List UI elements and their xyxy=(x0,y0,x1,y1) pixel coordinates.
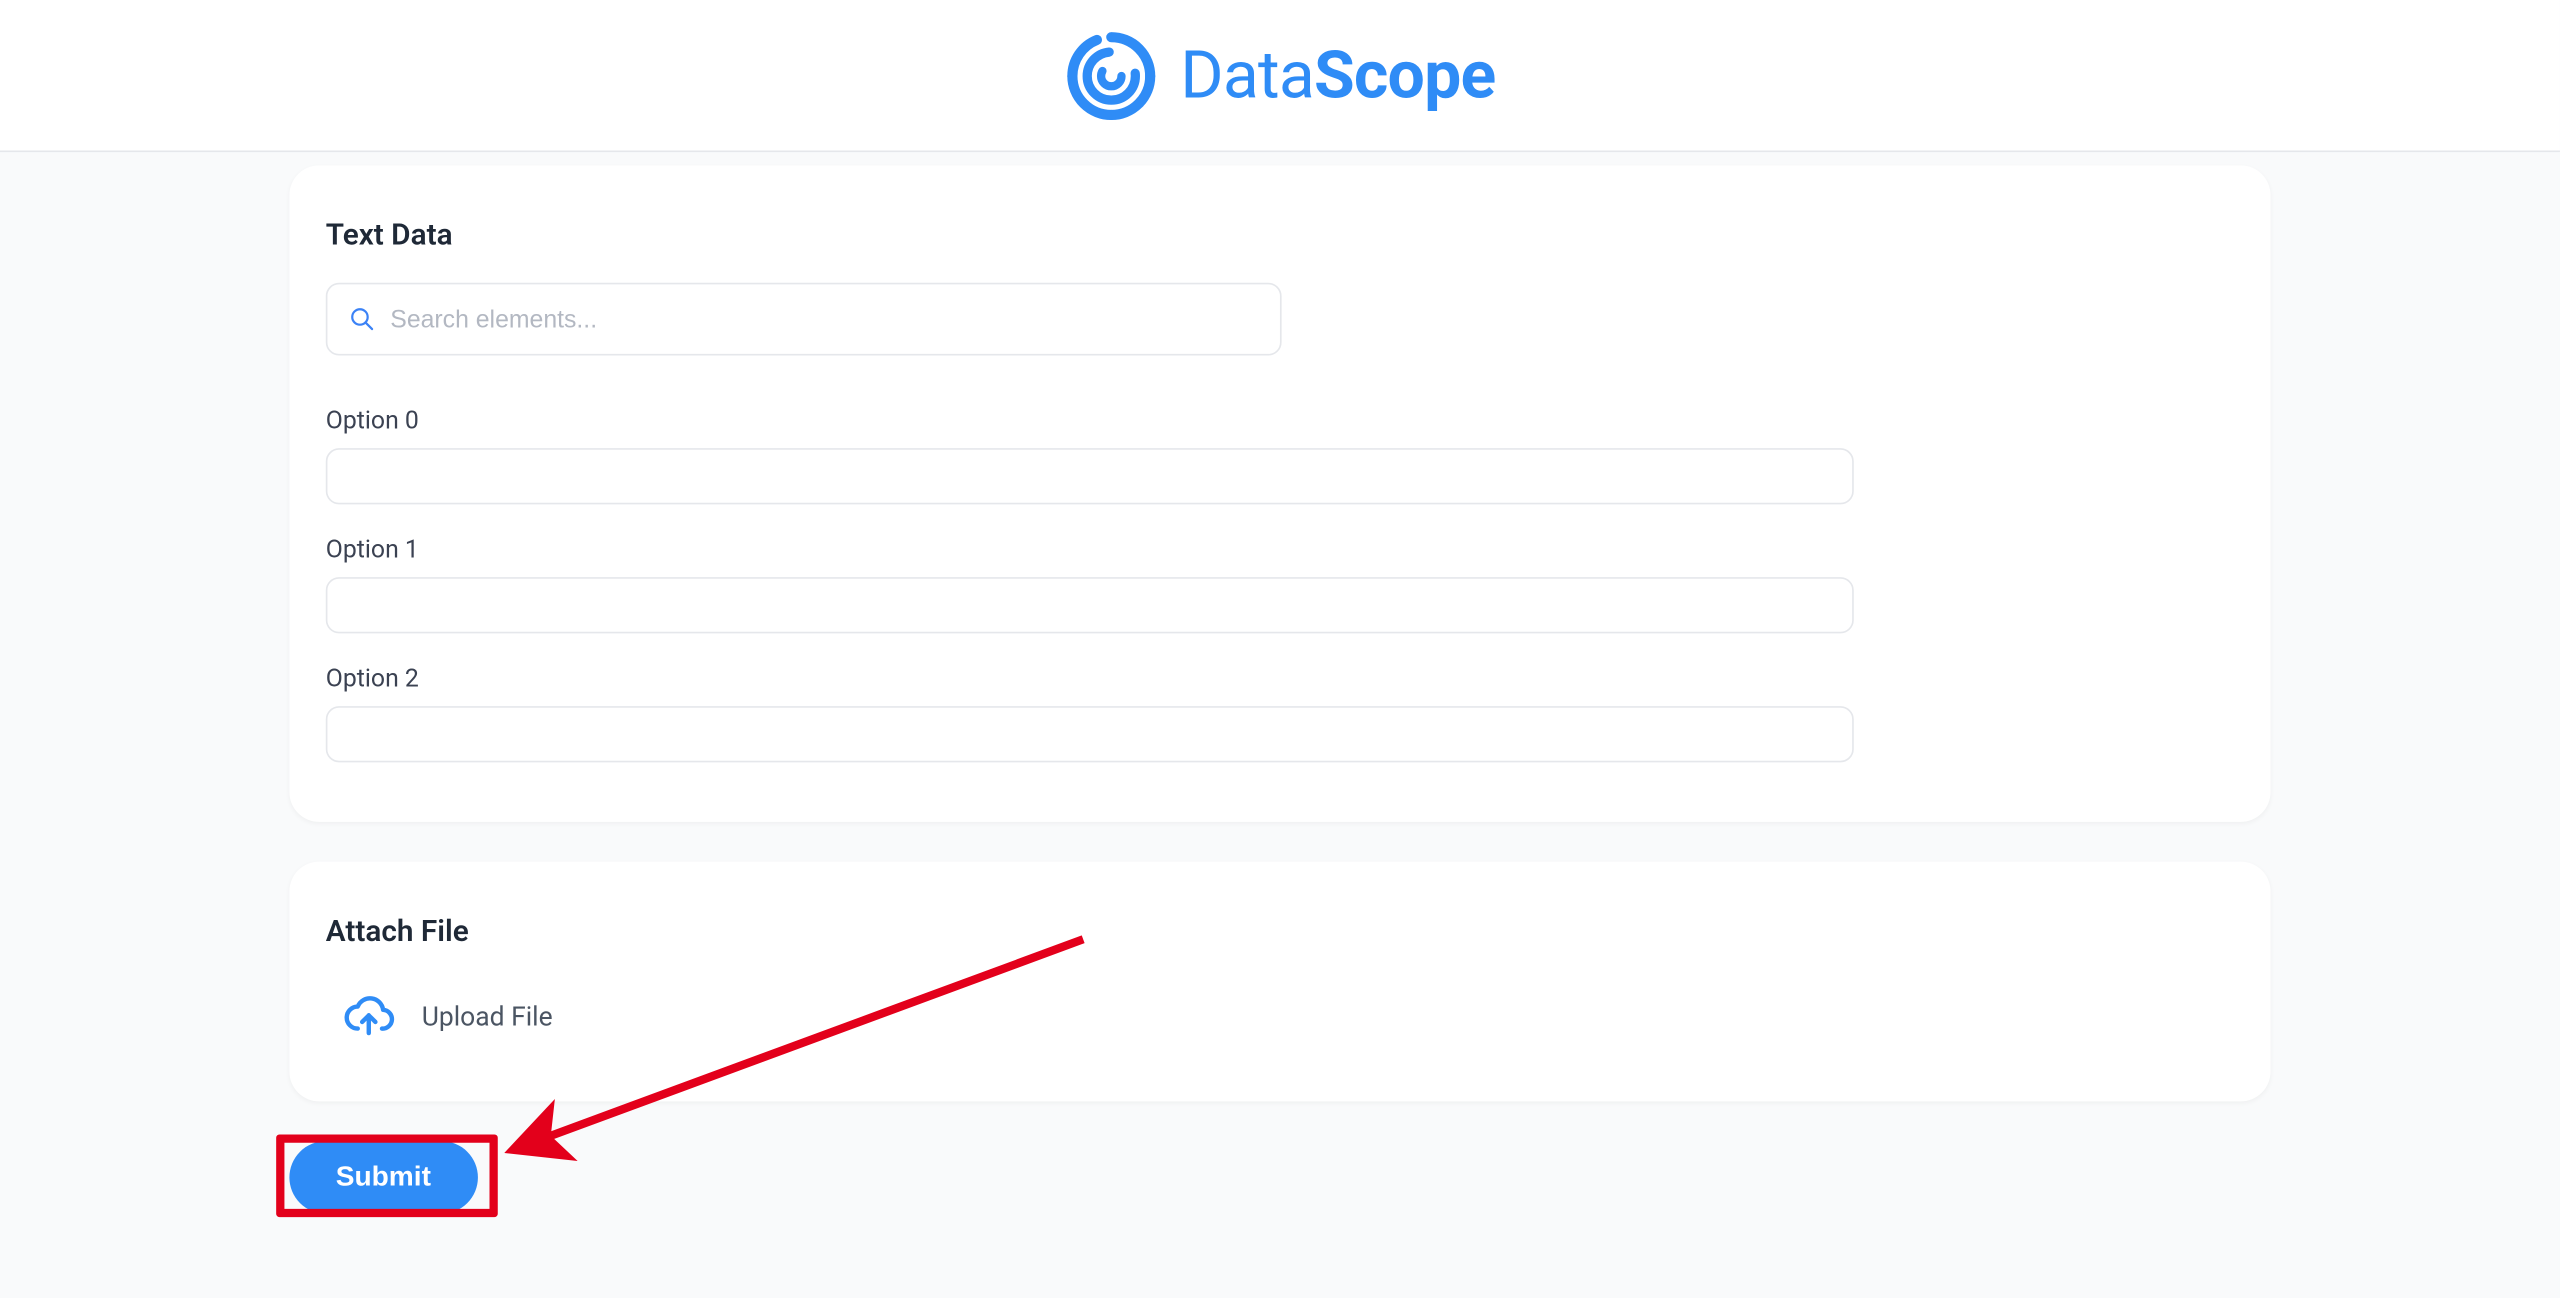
search-icon xyxy=(349,306,375,332)
brand-name-light: Data xyxy=(1180,36,1314,114)
submit-area: Submit xyxy=(289,1141,2270,1214)
submit-button[interactable]: Submit xyxy=(289,1141,477,1214)
attach-file-title: Attach File xyxy=(326,914,2234,949)
page-root: DataScope Text Data Option 0 Option 1 xyxy=(0,0,2560,1298)
option-0-label: Option 0 xyxy=(326,405,2234,435)
cloud-upload-icon xyxy=(342,989,395,1042)
attach-file-card: Attach File Upload File xyxy=(289,862,2270,1102)
search-input[interactable] xyxy=(326,283,1282,356)
option-1-group: Option 1 xyxy=(326,534,2234,633)
option-2-label: Option 2 xyxy=(326,663,2234,693)
option-2-group: Option 2 xyxy=(326,663,2234,762)
text-data-card: Text Data Option 0 Option 1 Option 2 xyxy=(289,165,2270,822)
brand-name-bold: Scope xyxy=(1314,36,1495,114)
option-2-input[interactable] xyxy=(326,706,1854,762)
option-1-label: Option 1 xyxy=(326,534,2234,564)
app-header: DataScope xyxy=(0,0,2560,152)
option-0-group: Option 0 xyxy=(326,405,2234,504)
content-area: Text Data Option 0 Option 1 Option 2 xyxy=(0,152,2560,1280)
brand-logo: DataScope xyxy=(1065,29,1496,122)
text-data-title: Text Data xyxy=(326,218,2234,253)
upload-file-label: Upload File xyxy=(422,1000,553,1031)
option-0-input[interactable] xyxy=(326,448,1854,504)
brand-name: DataScope xyxy=(1180,36,1495,114)
option-1-input[interactable] xyxy=(326,577,1854,633)
upload-file-button[interactable]: Upload File xyxy=(326,989,2234,1042)
datascope-logo-icon xyxy=(1065,29,1158,122)
search-wrap xyxy=(326,283,1282,356)
